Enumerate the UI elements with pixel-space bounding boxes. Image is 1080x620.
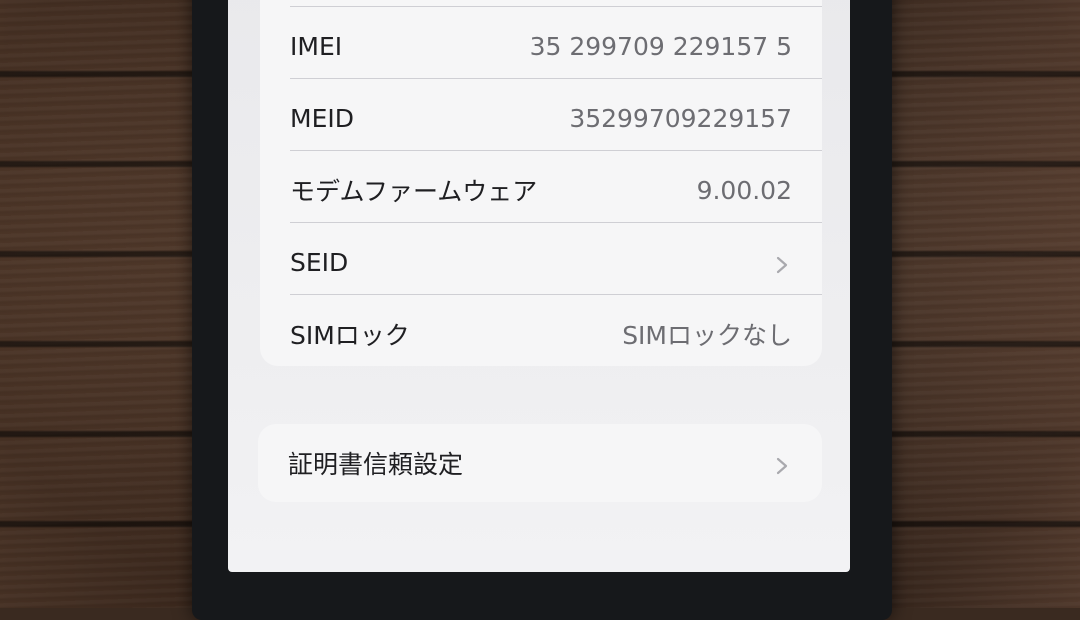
modem-firmware-label: モデムファームウェア [290, 177, 538, 206]
certificate-trust-row[interactable]: 証明書信頼設定 [288, 427, 792, 499]
row-divider [290, 6, 822, 7]
meid-label: MEID [290, 103, 354, 133]
sim-lock-value: SIMロックなし [622, 321, 792, 350]
certificate-trust-label: 証明書信頼設定 [288, 450, 464, 479]
modem-firmware-value: 9.00.02 [696, 175, 792, 205]
seid-label: SEID [290, 247, 349, 277]
chevron-right-icon [772, 453, 792, 475]
about-info-group: IMEI 35 299709 229157 5 MEID 35299709229… [260, 0, 822, 366]
certificate-trust-group: 証明書信頼設定 [258, 424, 822, 502]
meid-value: 35299709229157 [569, 103, 792, 133]
phone-screen: IMEI 35 299709 229157 5 MEID 35299709229… [228, 0, 850, 572]
imei-row: IMEI 35 299709 229157 5 [290, 10, 792, 82]
seid-row[interactable]: SEID [290, 226, 792, 298]
chevron-right-icon [772, 252, 792, 274]
sim-lock-label: SIMロック [290, 321, 410, 350]
meid-row: MEID 35299709229157 [290, 82, 792, 154]
imei-value: 35 299709 229157 5 [529, 31, 792, 61]
row-divider [290, 222, 822, 223]
modem-firmware-row: モデムファームウェア 9.00.02 [290, 154, 792, 226]
row-divider [290, 294, 822, 295]
row-divider [290, 78, 822, 79]
imei-label: IMEI [290, 31, 343, 61]
sim-lock-row: SIMロック SIMロックなし [290, 298, 792, 370]
row-divider [290, 150, 822, 151]
